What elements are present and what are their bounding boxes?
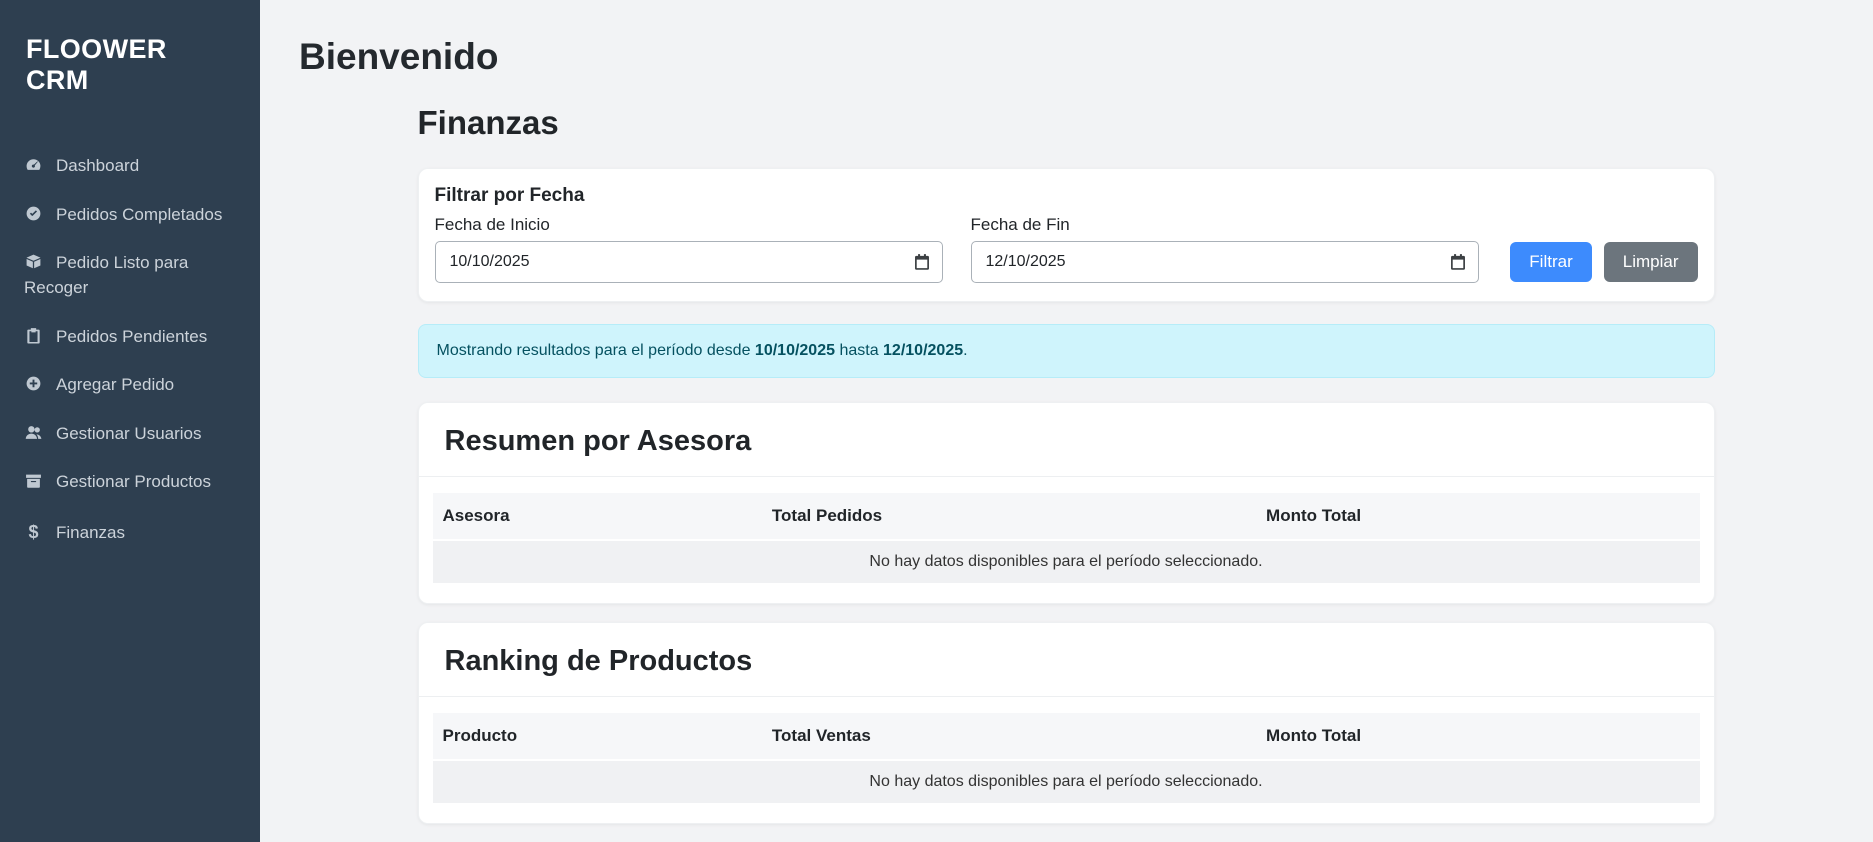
product-ranking-card: Ranking de Productos Producto Total Vent…: [418, 622, 1715, 824]
column-header: Monto Total: [1256, 493, 1699, 539]
sidebar-nav: Dashboard Pedidos Completados Pedido Lis…: [0, 142, 260, 558]
filter-row: Fecha de Inicio Fecha de Fin: [435, 215, 1698, 283]
summary-table-header-row: Asesora Total Pedidos Monto Total: [433, 493, 1700, 539]
end-date-label: Fecha de Fin: [971, 215, 1479, 235]
empty-state-row: No hay datos disponibles para el período…: [433, 759, 1700, 803]
empty-state-row: No hay datos disponibles para el período…: [433, 539, 1700, 583]
finanzas-container: Finanzas Filtrar por Fecha Fecha de Inic…: [418, 104, 1715, 824]
summary-card-header: Resumen por Asesora: [419, 403, 1714, 477]
sidebar-item-pedido-listo[interactable]: Pedido Listo para Recoger: [0, 239, 260, 312]
sidebar: FLOOWER CRM Dashboard Pedidos Completado…: [0, 0, 260, 842]
sidebar-item-label: Gestionar Usuarios: [56, 424, 202, 443]
sidebar-item-agregar-pedido[interactable]: Agregar Pedido: [0, 361, 260, 410]
column-header: Total Ventas: [762, 713, 1256, 759]
alert-start-date: 10/10/2025: [755, 342, 835, 359]
results-period-alert: Mostrando resultados para el período des…: [418, 324, 1715, 378]
ranking-table-wrap: Producto Total Ventas Monto Total No hay…: [419, 697, 1714, 823]
summary-table-wrap: Asesora Total Pedidos Monto Total No hay…: [419, 477, 1714, 603]
summary-by-advisor-card: Resumen por Asesora Asesora Total Pedido…: [418, 402, 1715, 604]
alert-prefix: Mostrando resultados para el período des…: [437, 342, 755, 359]
end-date-field: Fecha de Fin: [971, 215, 1479, 283]
pickup-box-icon: [24, 253, 43, 270]
start-date-field: Fecha de Inicio: [435, 215, 943, 283]
calendar-icon[interactable]: [1449, 253, 1467, 271]
column-header: Monto Total: [1256, 713, 1699, 759]
sidebar-item-label: Pedidos Completados: [56, 205, 222, 224]
summary-table: Asesora Total Pedidos Monto Total No hay…: [433, 493, 1700, 583]
filter-button[interactable]: Filtrar: [1510, 242, 1591, 282]
main-content: Bienvenido Finanzas Filtrar por Fecha Fe…: [260, 0, 1873, 842]
sidebar-item-gestionar-usuarios[interactable]: Gestionar Usuarios: [0, 410, 260, 459]
sidebar-item-label: Agregar Pedido: [56, 375, 174, 394]
sidebar-item-label: Pedidos Pendientes: [56, 327, 207, 346]
sidebar-item-label: Gestionar Productos: [56, 472, 211, 491]
sidebar-item-pedidos-pendientes[interactable]: Pedidos Pendientes: [0, 313, 260, 362]
sidebar-item-gestionar-productos[interactable]: Gestionar Productos: [0, 458, 260, 507]
calendar-icon[interactable]: [913, 253, 931, 271]
dollar-icon: $: [24, 519, 43, 545]
alert-suffix: .: [963, 342, 967, 359]
sidebar-item-label: Dashboard: [56, 156, 139, 175]
ranking-table-header-row: Producto Total Ventas Monto Total: [433, 713, 1700, 759]
summary-card-title: Resumen por Asesora: [445, 425, 1688, 458]
app-root: FLOOWER CRM Dashboard Pedidos Completado…: [0, 0, 1873, 842]
brand-title: FLOOWER CRM: [0, 0, 260, 96]
filter-buttons: Filtrar Limpiar: [1510, 242, 1697, 283]
filter-title: Filtrar por Fecha: [435, 185, 1698, 207]
date-filter-card: Filtrar por Fecha Fecha de Inicio Fecha …: [418, 168, 1715, 302]
dashboard-icon: [24, 156, 43, 173]
alert-middle: hasta: [835, 342, 883, 359]
ranking-table: Producto Total Ventas Monto Total No hay…: [433, 713, 1700, 803]
alert-end-date: 12/10/2025: [883, 342, 963, 359]
start-date-label: Fecha de Inicio: [435, 215, 943, 235]
column-header: Producto: [433, 713, 762, 759]
column-header: Total Pedidos: [762, 493, 1256, 539]
column-header: Asesora: [433, 493, 762, 539]
page-title: Bienvenido: [299, 36, 1833, 78]
end-date-input[interactable]: [971, 241, 1479, 283]
section-title-finanzas: Finanzas: [418, 104, 1715, 142]
plus-circle-icon: [24, 375, 43, 392]
empty-state-message: No hay datos disponibles para el período…: [433, 539, 1700, 583]
sidebar-item-label: Pedido Listo para Recoger: [24, 253, 188, 297]
users-icon: [24, 424, 43, 441]
clear-button[interactable]: Limpiar: [1604, 242, 1698, 282]
check-circle-icon: [24, 205, 43, 222]
start-date-input[interactable]: [435, 241, 943, 283]
start-date-wrap: [435, 241, 943, 283]
ranking-card-title: Ranking de Productos: [445, 645, 1688, 678]
sidebar-item-finanzas[interactable]: $ Finanzas: [0, 507, 260, 558]
sidebar-item-pedidos-completados[interactable]: Pedidos Completados: [0, 191, 260, 240]
empty-state-message: No hay datos disponibles para el período…: [433, 759, 1700, 803]
ranking-card-header: Ranking de Productos: [419, 623, 1714, 697]
sidebar-item-dashboard[interactable]: Dashboard: [0, 142, 260, 191]
clipboard-icon: [24, 327, 43, 344]
end-date-wrap: [971, 241, 1479, 283]
box-archive-icon: [24, 472, 43, 489]
sidebar-item-label: Finanzas: [56, 523, 125, 542]
